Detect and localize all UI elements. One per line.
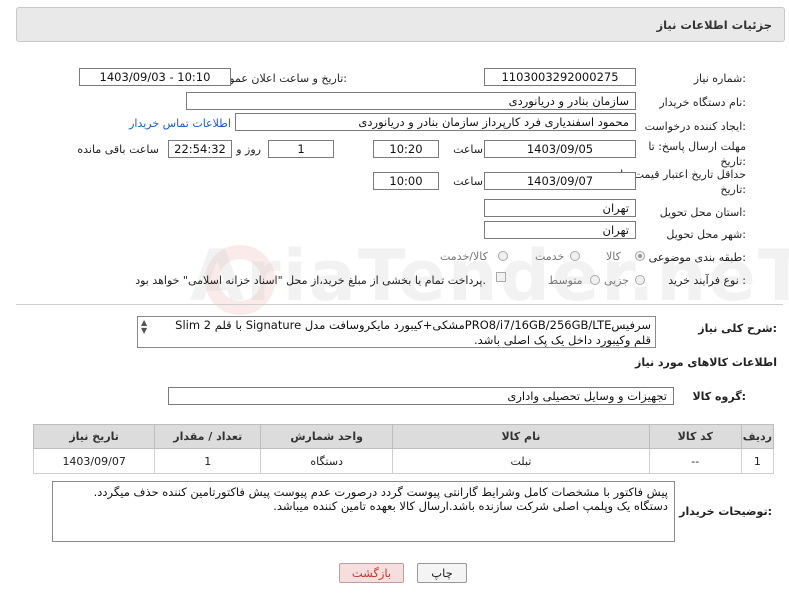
scroll-arrows-icon[interactable]: ▲ ▼ (141, 319, 147, 335)
cell-quantity: 1 (154, 448, 262, 474)
header-row-number: ردیف (740, 424, 775, 449)
divider (16, 304, 783, 305)
goods-group-label: گروه کالا: (692, 390, 746, 403)
announce-value: 1403/09/03 - 10:10 (99, 70, 211, 84)
description-textarea[interactable]: سرفیسPRO8/i7/16GB/256GB/LTEمشکی+کیبورد م… (137, 316, 656, 348)
process-radio-medium[interactable] (590, 275, 600, 285)
days-label: روز و (236, 143, 261, 156)
payment-text: پرداخت تمام یا بخشی از مبلغ خرید،از محل … (135, 274, 486, 287)
process-radio-minor[interactable] (635, 275, 645, 285)
buyer-notes-text: پیش فاکتور با مشخصات کامل وشرایط گارانتی… (93, 485, 668, 513)
category-label: طبقه بندی موضوعی: (648, 251, 746, 264)
price-validity-label-date: تاریخ: (720, 183, 746, 196)
category-option-goods-service: کالا/خدمت (440, 250, 488, 263)
table-header-row: ردیف کد کالا نام کالا واحد شمارش تعداد /… (32, 424, 775, 449)
contact-buyer-link[interactable]: اطلاعات تماس خریدار (129, 117, 231, 130)
table-row: 1 -- تبلت دستگاه 1 1403/09/07 (32, 448, 775, 474)
category-radio-goods[interactable] (635, 251, 645, 261)
deadline-label: مهلت ارسال پاسخ: تا (648, 140, 746, 153)
remaining-label: ساعت باقی مانده (77, 143, 159, 156)
cell-item-code: -- (648, 448, 742, 474)
province-label: استان محل تحویل: (659, 206, 746, 219)
back-button[interactable]: بازگشت (339, 563, 404, 583)
category-radio-goods-service[interactable] (498, 251, 508, 261)
buyer-notes-textarea[interactable]: پیش فاکتور با مشخصات کامل وشرایط گارانتی… (52, 481, 675, 542)
need-number-label: شماره نیاز: (693, 72, 746, 85)
items-table: ردیف کد کالا نام کالا واحد شمارش تعداد /… (32, 424, 775, 474)
buyer-notes-label: توضیحات خریدار: (679, 505, 772, 518)
cell-unit: دستگاه (260, 448, 394, 474)
deadline-time-label: ساعت (453, 143, 483, 156)
remaining-time-field: 22:54:32 (168, 140, 232, 158)
deadline-time-field: 10:20 (373, 140, 439, 158)
goods-section-title: اطلاعات کالاهای مورد نیاز (635, 356, 777, 369)
creator-label: ایجاد کننده درخواست: (644, 120, 746, 133)
buyer-org-field: سازمان بنادر و دریانوردی (186, 92, 636, 110)
price-validity-label: حداقل تاریخ اعتبار قیمت: تا (620, 168, 746, 181)
buyer-org-label: نام دستگاه خریدار: (659, 96, 746, 109)
header-unit: واحد شمارش (260, 424, 394, 449)
deadline-label-date: تاریخ: (720, 155, 746, 168)
announce-field: 1403/09/03 - 10:10 (79, 68, 231, 86)
creator-field: محمود اسفندیاری فرد کارپرداز سازمان بناد… (235, 113, 636, 131)
description-label: شرح کلی نیاز: (698, 322, 777, 335)
process-option-minor: جزیی (604, 274, 630, 287)
province-field: تهران (484, 199, 636, 217)
need-number-field: 1103003292000275 (484, 68, 636, 86)
print-button[interactable]: چاپ (417, 563, 467, 583)
category-option-service: خدمت (535, 250, 565, 263)
header-need-date: تاریخ نیاز (32, 424, 156, 449)
category-radio-service[interactable] (570, 251, 580, 261)
process-option-medium: متوسط (548, 274, 583, 287)
description-text: سرفیسPRO8/i7/16GB/256GB/LTEمشکی+کیبورد م… (175, 318, 651, 347)
days-field: 1 (268, 140, 334, 158)
header-quantity: تعداد / مقدار (154, 424, 262, 449)
city-label: شهر محل تحویل: (666, 228, 746, 241)
page-title: جزئیات اطلاعات نیاز (656, 18, 772, 32)
payment-checkbox[interactable] (496, 272, 506, 282)
goods-group-field: تجهیزات و وسایل تحصیلی واداری (168, 387, 674, 405)
price-validity-time-field: 10:00 (373, 172, 439, 190)
city-field: تهران (484, 221, 636, 239)
header-item-name: نام کالا (392, 424, 650, 449)
price-validity-date-field: 1403/09/07 (484, 172, 636, 190)
header-panel: جزئیات اطلاعات نیاز (16, 7, 785, 42)
deadline-date-field: 1403/09/05 (484, 140, 636, 158)
process-label: نوع فرآیند خرید : (668, 274, 746, 287)
cell-item-name: تبلت (392, 448, 650, 474)
announce-label: تاریخ و ساعت اعلان عمومی: (214, 72, 347, 85)
cell-row-number: 1 (740, 448, 775, 474)
category-option-goods: کالا (606, 250, 621, 263)
price-validity-time-label: ساعت (453, 175, 483, 188)
cell-need-date: 1403/09/07 (32, 448, 156, 474)
header-item-code: کد کالا (648, 424, 742, 449)
